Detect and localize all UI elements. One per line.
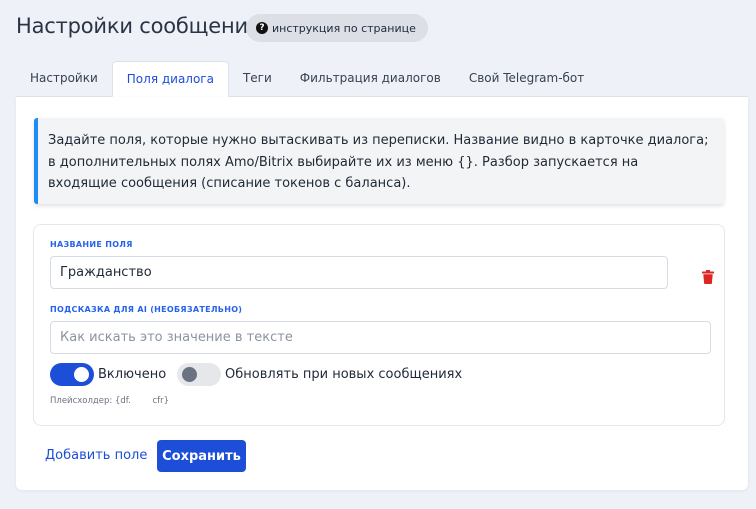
help-instructions-label: инструкция по странице xyxy=(272,21,416,35)
enabled-switch[interactable] xyxy=(50,363,94,386)
ai-hint-input[interactable]: Как искать это значение в тексте xyxy=(50,321,711,354)
update-toggle-label: Обновлять при новых сообщениях xyxy=(225,367,463,382)
enabled-toggle[interactable]: Включено xyxy=(50,363,166,386)
tab-telegram-bot[interactable]: Свой Telegram-бот xyxy=(455,60,598,96)
trash-icon[interactable] xyxy=(702,270,714,284)
ai-hint-label: Подсказка для AI (необязательно) xyxy=(50,305,243,314)
question-circle-icon: ? xyxy=(256,22,268,34)
field-name-label: Название поля xyxy=(50,240,133,249)
switch-knob xyxy=(182,367,197,382)
dialog-fields-panel: Задайте поля, которые нужно вытаскивать … xyxy=(16,97,748,490)
tab-dialog-fields[interactable]: Поля диалога xyxy=(111,61,229,97)
field-name-input[interactable]: Гражданство xyxy=(50,256,668,289)
update-switch[interactable] xyxy=(177,363,221,386)
info-callout: Задайте поля, которые нужно вытаскивать … xyxy=(34,118,724,204)
add-field-link[interactable]: Добавить поле xyxy=(45,448,147,463)
tab-settings[interactable]: Настройки xyxy=(16,60,112,96)
enabled-toggle-label: Включено xyxy=(98,367,167,382)
help-instructions-button[interactable]: ? инструкция по странице xyxy=(246,14,428,42)
field-card: Название поля Гражданство Подсказка для … xyxy=(33,224,725,426)
tab-bar: Настройки Поля диалога Теги Фильтрация д… xyxy=(16,61,748,97)
tab-tags[interactable]: Теги xyxy=(229,60,286,96)
save-button[interactable]: Сохранить xyxy=(157,440,246,472)
switch-knob xyxy=(74,367,89,382)
tab-dialog-filtering[interactable]: Фильтрация диалогов xyxy=(286,60,455,96)
page-title: Настройки сообщений xyxy=(16,14,262,38)
update-on-new-messages-toggle[interactable]: Обновлять при новых сообщениях xyxy=(177,363,462,386)
placeholder-note: Плейсхолдер: {df. cfr} xyxy=(50,396,170,406)
